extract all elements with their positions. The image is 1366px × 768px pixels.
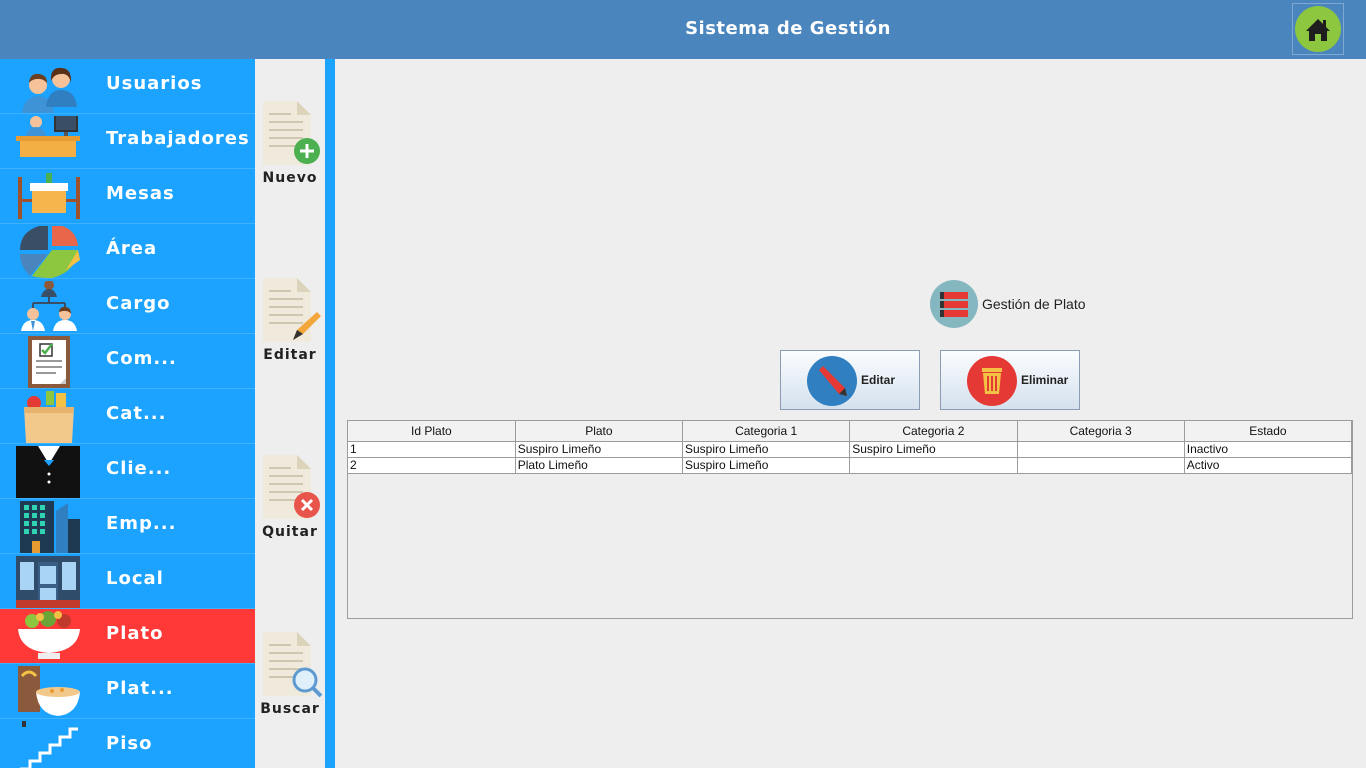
column-header[interactable]: Categoria 2 <box>849 421 1018 442</box>
table-cell: Suspiro Limeño <box>682 457 851 474</box>
new-label: Nuevo <box>262 170 318 186</box>
column-header[interactable]: Plato <box>515 421 684 442</box>
section-header: Gestión de Plato <box>930 280 1086 328</box>
stairs-icon <box>20 721 78 768</box>
search-document-icon <box>263 632 323 698</box>
remove-document-icon <box>263 455 320 519</box>
new-button[interactable]: Nuevo <box>255 99 325 199</box>
table-cell: Plato Limeño <box>515 457 684 474</box>
delete-button[interactable]: Eliminar <box>940 350 1080 410</box>
sidebar-item-label: Piso <box>106 733 153 754</box>
table-cell: Suspiro Limeño <box>849 441 1018 458</box>
sidebar-item-cargo[interactable]: Cargo <box>0 279 255 334</box>
sidebar-item-trabajadores[interactable]: Trabajadores <box>0 114 255 169</box>
edit-button-label: Editar <box>861 373 896 387</box>
sidebar-item-label: Mesas <box>106 183 175 204</box>
home-button[interactable] <box>1292 3 1344 55</box>
storefront-icon <box>16 556 80 608</box>
main-panel: Gestión de Plato Editar Eliminar Id Plat… <box>335 59 1366 768</box>
sidebar-item-label: Local <box>106 568 164 589</box>
trash-icon <box>967 356 1017 406</box>
sidebar-item-local[interactable]: Local <box>0 554 255 609</box>
table-cell: Suspiro Limeño <box>515 441 684 458</box>
sidebar-item-mesas[interactable]: Mesas <box>0 169 255 224</box>
table-cell: Inactivo <box>1184 441 1353 458</box>
table-cell <box>849 457 1018 474</box>
edit-label: Editar <box>263 347 317 363</box>
edit-document-icon <box>263 278 321 342</box>
sidebar-item-label: Plat... <box>106 678 174 699</box>
column-header[interactable]: Categoria 1 <box>682 421 851 442</box>
sidebar-item-plato[interactable]: Plato <box>0 609 255 664</box>
table-cell <box>1017 457 1185 474</box>
table-row[interactable]: 2 Plato Limeño Suspiro Limeño Activo <box>348 457 1353 474</box>
sidebar-item-clie[interactable]: Clie... <box>0 444 255 499</box>
table-header-row: Id Plato Plato Categoria 1 Categoria 2 C… <box>348 421 1353 442</box>
sidebar-item-label: Usuarios <box>106 73 203 94</box>
buildings-icon <box>20 501 80 553</box>
sidebar-item-com[interactable]: Com... <box>0 334 255 389</box>
sidebar-item-piso[interactable]: Piso <box>0 719 255 768</box>
sidebar-item-area[interactable]: Área <box>0 224 255 279</box>
tables-icon <box>18 173 80 219</box>
column-header[interactable]: Categoria 3 <box>1017 421 1185 442</box>
sidebar-item-label: Plato <box>106 623 164 644</box>
org-chart-icon <box>21 281 77 331</box>
sidebar-item-label: Com... <box>106 348 177 369</box>
home-icon <box>1295 6 1341 52</box>
dish-management-icon <box>930 280 978 328</box>
sidebar-item-label: Área <box>106 238 158 259</box>
column-header[interactable]: Id Plato <box>348 421 516 442</box>
grocery-bag-icon <box>24 391 74 443</box>
header-bar: Sistema de Gestión <box>0 0 1366 59</box>
dishes-table: Id Plato Plato Categoria 1 Categoria 2 C… <box>347 420 1353 619</box>
delete-button-label: Eliminar <box>1021 373 1069 387</box>
sidebar-item-label: Cat... <box>106 403 167 424</box>
table-cell: 1 <box>348 441 516 458</box>
sidebar-item-label: Cargo <box>106 293 171 314</box>
divider-bar <box>325 59 335 768</box>
remove-button[interactable]: Quitar <box>255 453 325 553</box>
sidebar-item-label: Trabajadores <box>106 128 250 149</box>
table-cell: Activo <box>1184 457 1353 474</box>
sidebar-item-usuarios[interactable]: Usuarios <box>0 59 255 114</box>
section-title: Gestión de Plato <box>982 296 1086 312</box>
sidebar-item-plat[interactable]: Plat... <box>0 664 255 719</box>
new-document-icon <box>263 101 320 165</box>
workers-icon <box>16 116 80 157</box>
pencil-icon <box>807 356 857 406</box>
remove-label: Quitar <box>262 524 318 540</box>
salad-bowl-icon <box>18 611 80 659</box>
column-header[interactable]: Estado <box>1184 421 1353 442</box>
table-cell <box>1017 441 1185 458</box>
search-button[interactable]: Buscar <box>255 630 325 730</box>
users-icon <box>22 67 77 113</box>
edit-button[interactable]: Editar <box>780 350 920 410</box>
clipboard-icon <box>28 336 70 388</box>
action-toolbar: Nuevo Editar Quitar Buscar <box>255 59 325 768</box>
sidebar-item-label: Emp... <box>106 513 177 534</box>
tuxedo-icon <box>16 446 80 498</box>
area-pie-icon <box>20 226 80 278</box>
app-title: Sistema de Gestión <box>685 18 891 39</box>
sidebar-item-emp[interactable]: Emp... <box>0 499 255 554</box>
sidebar-item-cat[interactable]: Cat... <box>0 389 255 444</box>
table-cell: 2 <box>348 457 516 474</box>
app-window: Sistema de Gestión Usuarios Trabajadores… <box>0 0 1366 768</box>
sidebar-item-label: Clie... <box>106 458 172 479</box>
table-cell: Suspiro Limeño <box>682 441 851 458</box>
bread-bowl-icon <box>18 666 80 716</box>
table-row[interactable]: 1 Suspiro Limeño Suspiro Limeño Suspiro … <box>348 441 1353 458</box>
search-label: Buscar <box>260 701 320 717</box>
edit-action-button[interactable]: Editar <box>255 276 325 376</box>
sidebar: Usuarios Trabajadores Mesas Área Cargo C… <box>0 59 255 768</box>
